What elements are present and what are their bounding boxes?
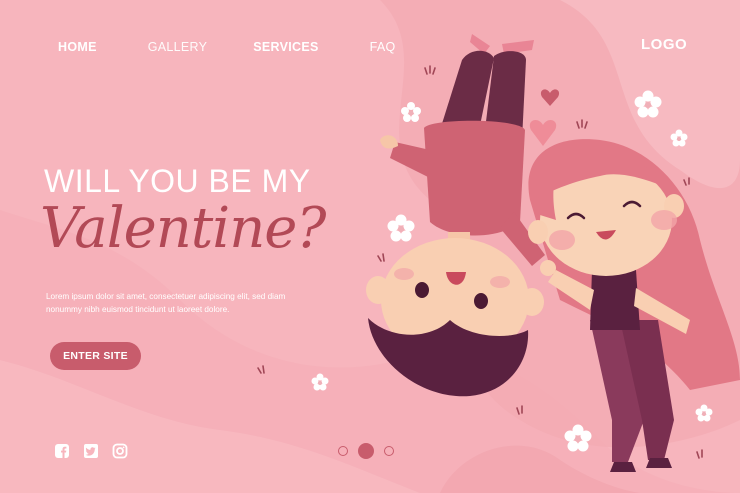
- carousel-dot-1[interactable]: [338, 446, 348, 456]
- carousel-dot-3[interactable]: [384, 446, 394, 456]
- heart-icon: [529, 119, 557, 146]
- instagram-icon[interactable]: [112, 443, 128, 459]
- carousel-dots: [338, 443, 394, 459]
- facebook-icon[interactable]: [54, 443, 70, 459]
- girl-figure: [528, 139, 740, 472]
- heart-icon: [540, 89, 560, 106]
- twitter-icon[interactable]: [83, 443, 99, 459]
- carousel-dot-2[interactable]: [358, 443, 374, 459]
- boy-figure: [366, 34, 545, 397]
- couple-illustration: [257, 34, 740, 472]
- social-links: [54, 443, 128, 459]
